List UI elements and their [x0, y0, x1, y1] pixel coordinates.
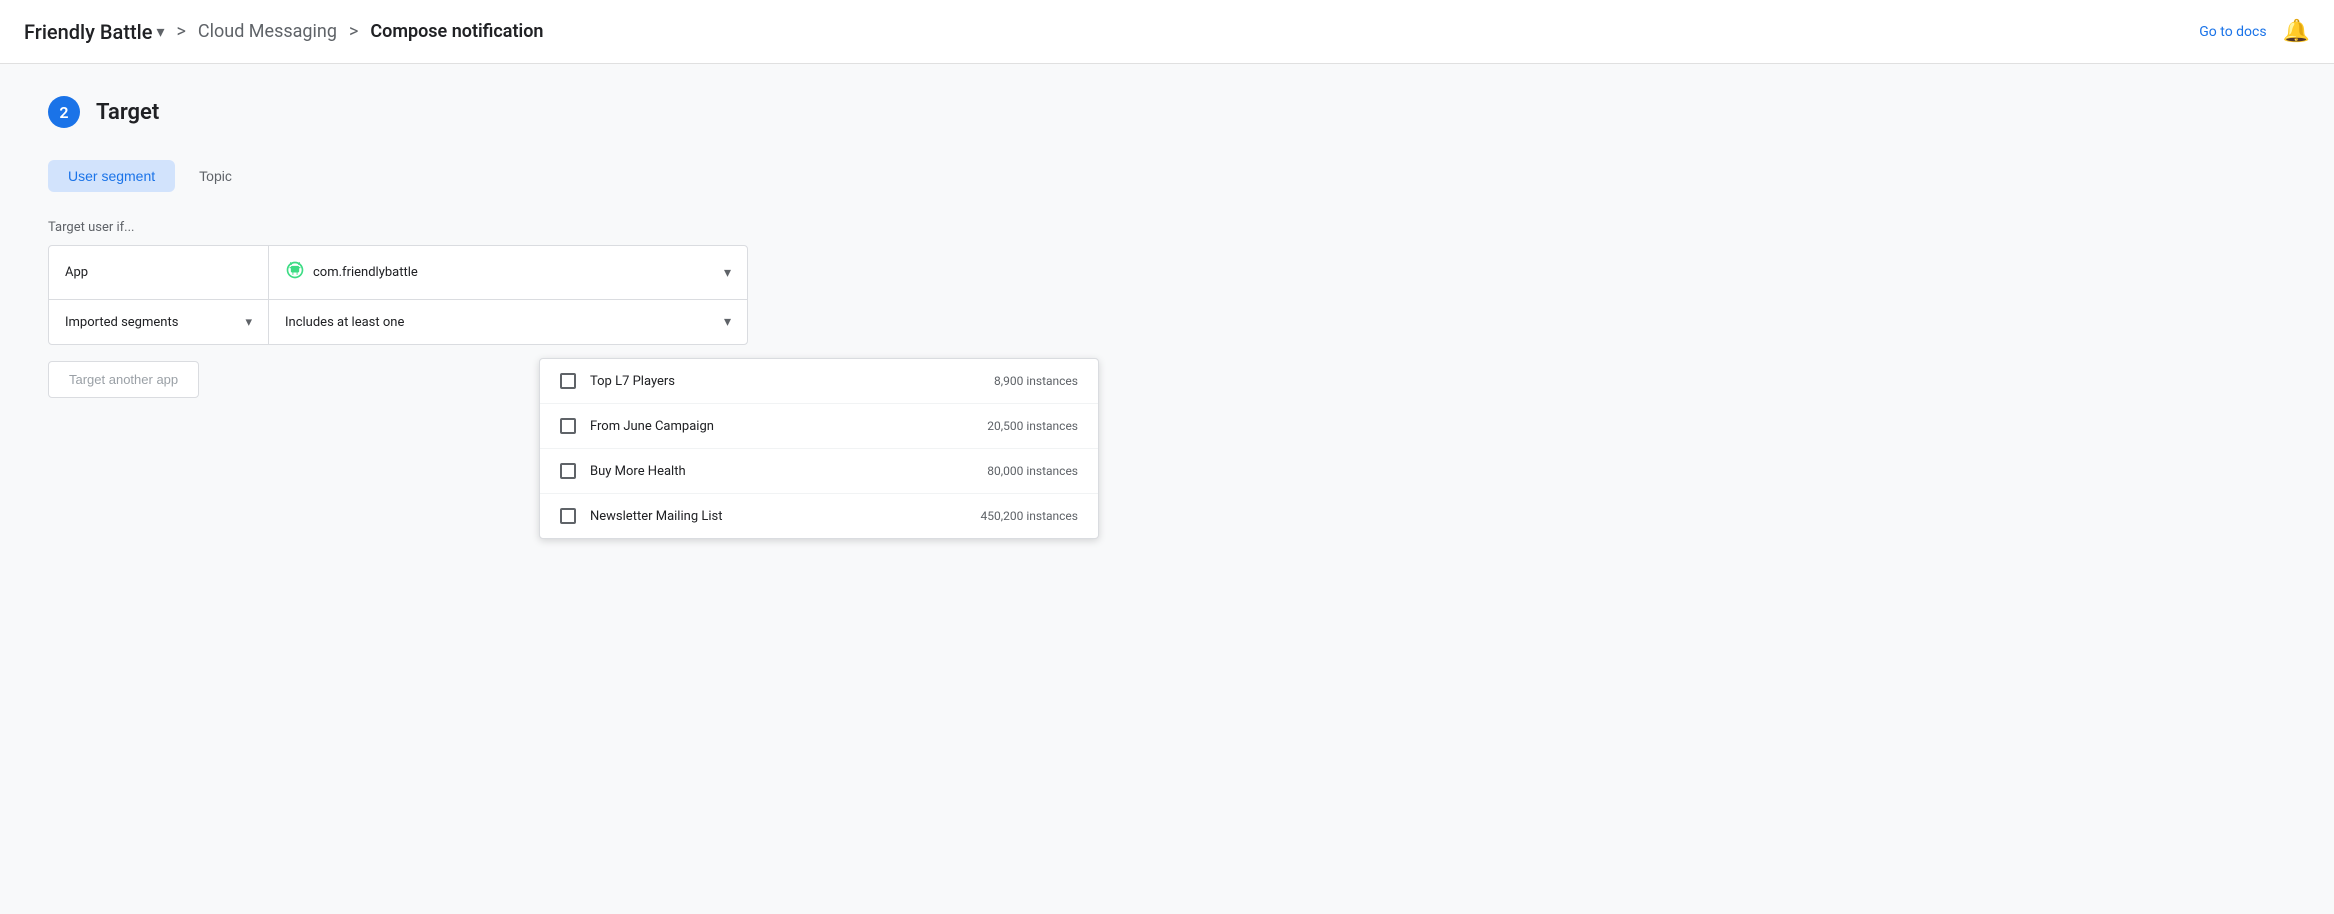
- segment-count-3: 450,200 instances: [981, 509, 1078, 523]
- android-icon: [285, 260, 305, 285]
- app-dropdown-value: com.friendlybattle: [313, 265, 716, 280]
- section-header: 2 Target: [48, 96, 952, 128]
- condition-value: Includes at least one: [285, 315, 716, 330]
- segment-count-0: 8,900 instances: [994, 374, 1078, 388]
- section-title: Target: [96, 100, 159, 125]
- segment-count-1: 20,500 instances: [987, 419, 1078, 433]
- dropdown-item-3[interactable]: Newsletter Mailing List 450,200 instance…: [540, 494, 1098, 538]
- segments-row: Imported segments ▾ Includes at least on…: [49, 300, 747, 344]
- segments-label-cell[interactable]: Imported segments ▾: [49, 300, 269, 344]
- checkbox-june-campaign[interactable]: [560, 418, 576, 434]
- segments-dropdown-icon[interactable]: ▾: [245, 315, 252, 330]
- segment-name-3: Newsletter Mailing List: [590, 509, 967, 524]
- segment-name-0: Top L7 Players: [590, 374, 980, 389]
- app-dropdown-chevron-icon[interactable]: ▾: [724, 265, 731, 281]
- segment-name-1: From June Campaign: [590, 419, 973, 434]
- app-dropdown-icon[interactable]: ▾: [156, 22, 164, 41]
- tab-topic[interactable]: Topic: [179, 160, 252, 192]
- current-page-label: Compose notification: [370, 21, 543, 42]
- tab-user-segment[interactable]: User segment: [48, 160, 175, 192]
- form-table: App com.friendlybattle ▾ Imported segmen…: [48, 245, 748, 345]
- segment-count-2: 80,000 instances: [987, 464, 1078, 478]
- cloud-messaging-link[interactable]: Cloud Messaging: [198, 21, 337, 42]
- main-content: 2 Target User segment Topic Target user …: [0, 64, 1000, 430]
- topbar: Friendly Battle ▾ > Cloud Messaging > Co…: [0, 0, 2334, 64]
- segments-condition-cell[interactable]: Includes at least one ▾: [269, 300, 747, 344]
- breadcrumb: Friendly Battle ▾ > Cloud Messaging > Co…: [24, 20, 543, 44]
- app-value-cell[interactable]: com.friendlybattle ▾: [269, 246, 747, 299]
- target-another-app-button[interactable]: Target another app: [48, 361, 199, 398]
- target-user-label: Target user if...: [48, 220, 952, 235]
- condition-dropdown-icon[interactable]: ▾: [724, 314, 731, 330]
- step-badge: 2: [48, 96, 80, 128]
- dropdown-item-1[interactable]: From June Campaign 20,500 instances: [540, 404, 1098, 449]
- topbar-actions: Go to docs 🔔: [2199, 19, 2310, 44]
- checkbox-newsletter[interactable]: [560, 508, 576, 524]
- segments-label: Imported segments: [65, 315, 178, 330]
- checkbox-top-l7[interactable]: [560, 373, 576, 389]
- app-name-link[interactable]: Friendly Battle ▾: [24, 20, 164, 44]
- app-row: App com.friendlybattle ▾: [49, 246, 747, 300]
- go-to-docs-link[interactable]: Go to docs: [2199, 24, 2266, 40]
- notification-bell-container: 🔔: [2283, 19, 2310, 44]
- dropdown-item-0[interactable]: Top L7 Players 8,900 instances: [540, 359, 1098, 404]
- segment-name-2: Buy More Health: [590, 464, 973, 479]
- segments-dropdown-popup: Top L7 Players 8,900 instances From June…: [539, 358, 1099, 539]
- breadcrumb-separator: >: [176, 21, 185, 42]
- app-label: App: [49, 246, 269, 299]
- breadcrumb-separator-2: >: [349, 21, 358, 42]
- dropdown-item-2[interactable]: Buy More Health 80,000 instances: [540, 449, 1098, 494]
- tab-row: User segment Topic: [48, 160, 952, 192]
- bell-icon[interactable]: 🔔: [2283, 19, 2310, 44]
- checkbox-buy-more-health[interactable]: [560, 463, 576, 479]
- app-name-label: Friendly Battle: [24, 20, 152, 44]
